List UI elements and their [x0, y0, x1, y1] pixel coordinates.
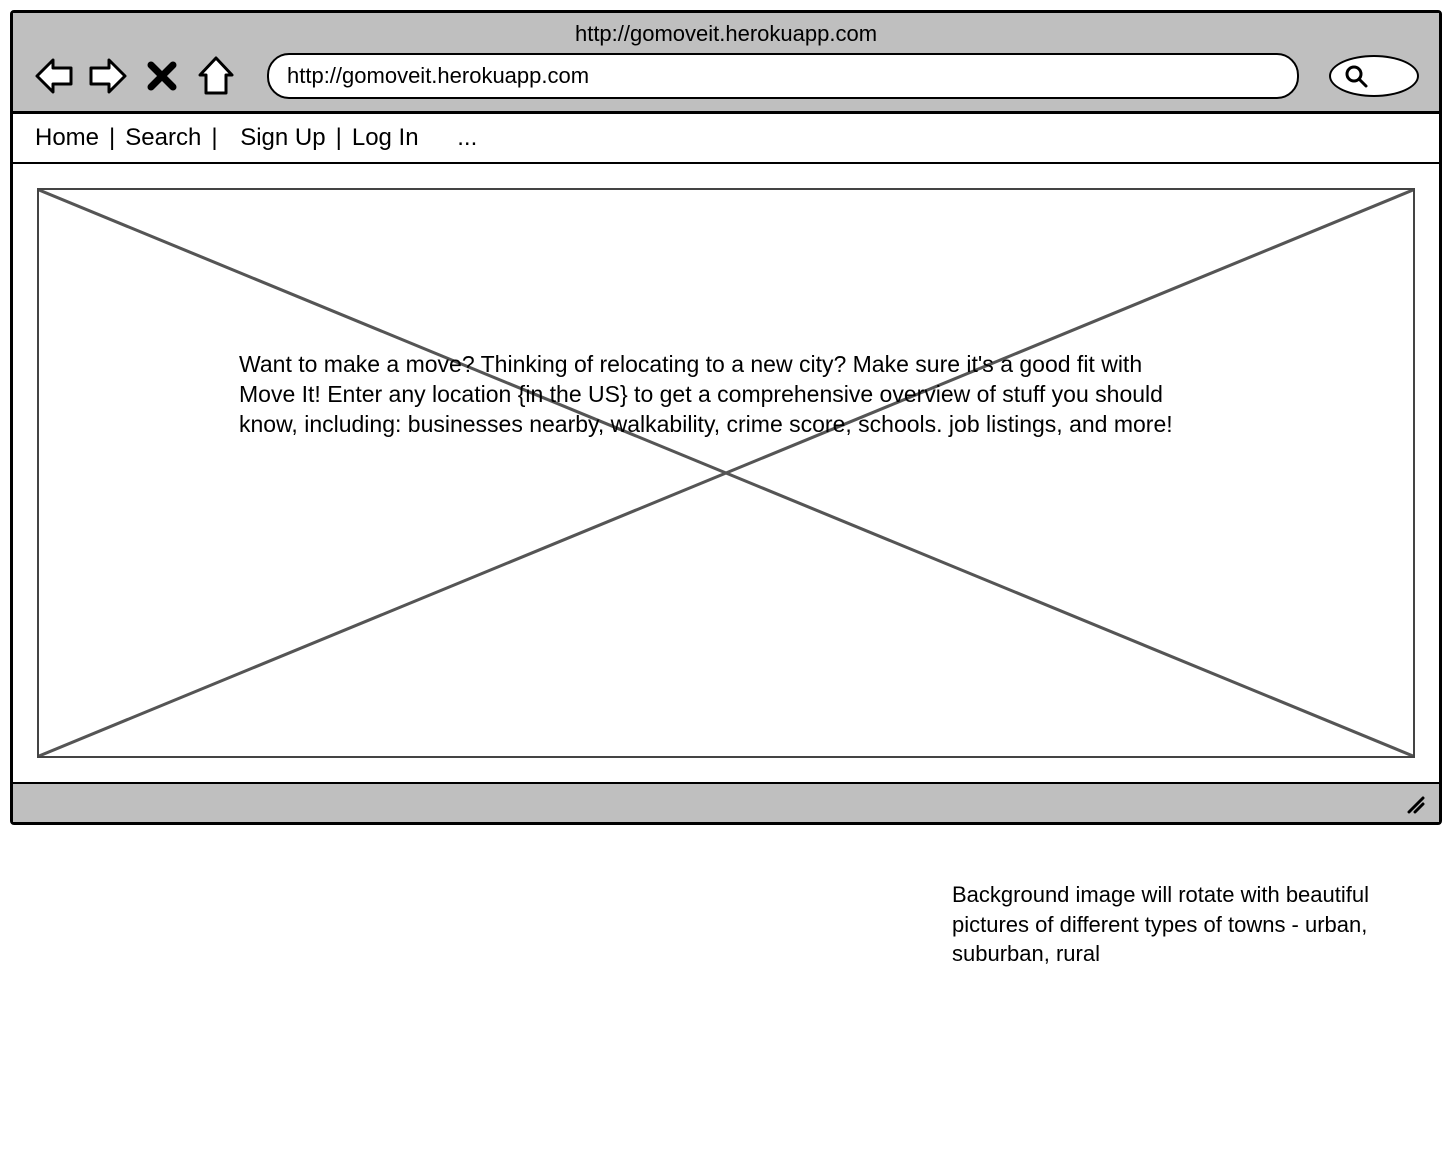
menu-more[interactable]: ...: [457, 124, 477, 152]
back-button[interactable]: [33, 55, 75, 97]
content-area: Want to make a move? Thinking of relocat…: [13, 164, 1439, 782]
menu-login[interactable]: Log In: [352, 124, 419, 152]
address-bar[interactable]: [267, 53, 1299, 99]
status-bar: [13, 782, 1439, 822]
window-title: http://gomoveit.herokuapp.com: [33, 21, 1419, 47]
x-icon: [145, 59, 179, 93]
browser-toolbar: http://gomoveit.herokuapp.com: [13, 13, 1439, 114]
placeholder-x-icon: [39, 190, 1413, 756]
browser-window: http://gomoveit.herokuapp.com: [10, 10, 1442, 825]
menu-separator: |: [336, 124, 342, 152]
menu-signup[interactable]: Sign Up: [240, 124, 325, 152]
hero-description: Want to make a move? Thinking of relocat…: [239, 350, 1193, 440]
wireframe-annotation: Background image will rotate with beauti…: [952, 880, 1402, 969]
home-button[interactable]: [195, 55, 237, 97]
menu-bar: Home | Search | Sign Up | Log In ...: [13, 114, 1439, 164]
menu-separator: |: [109, 124, 115, 152]
home-icon: [196, 55, 236, 97]
menu-search[interactable]: Search: [125, 124, 201, 152]
menu-separator: |: [211, 124, 217, 152]
nav-icon-group: [33, 55, 237, 97]
search-button[interactable]: [1329, 55, 1419, 97]
stop-button[interactable]: [141, 55, 183, 97]
search-icon: [1343, 63, 1369, 89]
forward-button[interactable]: [87, 55, 129, 97]
arrow-left-icon: [33, 56, 75, 96]
menu-home[interactable]: Home: [35, 124, 99, 152]
arrow-right-icon: [87, 56, 129, 96]
resize-grip-icon[interactable]: [1403, 792, 1425, 814]
toolbar-controls: [33, 53, 1419, 99]
hero-image-placeholder: Want to make a move? Thinking of relocat…: [37, 188, 1415, 758]
